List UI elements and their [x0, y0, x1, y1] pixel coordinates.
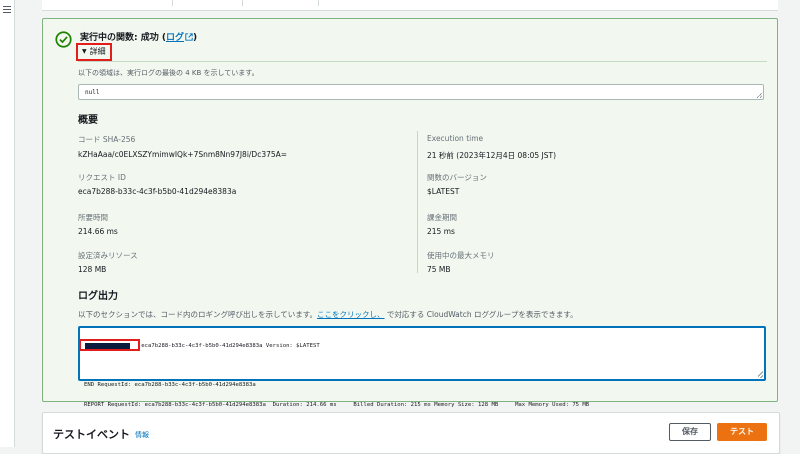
max-memory-value: 75 MB — [427, 265, 451, 274]
resize-grip-icon[interactable] — [757, 93, 762, 98]
max-memory-label: 使用中の最大メモリ — [427, 251, 495, 260]
duration-value: 214.66 ms — [78, 227, 118, 236]
status-text: 実行中の関数: 成功 — [80, 33, 159, 43]
test-button[interactable]: テスト — [717, 423, 767, 441]
hamburger-icon[interactable] — [3, 6, 11, 15]
test-event-panel: テストイベント 情報 保存 テスト — [42, 412, 780, 454]
log-link[interactable]: ログ — [166, 33, 193, 43]
function-version-label: 関数のバージョン — [427, 173, 487, 182]
info-link[interactable]: 情報 — [135, 430, 149, 440]
details-toggle[interactable]: ▼ 詳細 — [76, 43, 112, 61]
configured-resources-value: 128 MB — [78, 265, 107, 274]
log-line: END RequestId: eca7b288-b33c-4c3f-b5b0-4… — [84, 382, 256, 389]
redaction-highlight — [79, 339, 140, 351]
execution-result-panel: 実行中の関数: 成功 (ログ) ▼ 詳細 以下の領域は、実行ログの最後の 4 KB… — [42, 18, 778, 408]
request-id-label: リクエスト ID — [78, 173, 126, 182]
response-payload-value: null — [85, 89, 100, 96]
caret-down-icon: ▼ — [82, 48, 87, 55]
test-event-title: テストイベント — [53, 428, 130, 441]
log-desc-after: で対応する CloudWatch ロググループを表示できます。 — [386, 310, 578, 319]
configured-resources-label: 設定済みリソース — [78, 251, 138, 260]
save-button[interactable]: 保存 — [669, 423, 711, 441]
code-sha-label: コード SHA-256 — [78, 135, 136, 144]
column-divider — [417, 131, 418, 273]
function-version-value: $LATEST — [427, 187, 460, 196]
billed-duration-value: 215 ms — [427, 227, 455, 236]
response-payload-box[interactable]: null — [78, 84, 764, 100]
request-id-value: eca7b288-b33c-4c3f-b5b0-41d294e8383a — [78, 187, 237, 196]
execution-time-value: 21 秒前 (2023年12月4日 08:05 JST) — [427, 151, 557, 160]
status-paren-close: ) — [193, 33, 198, 43]
log-output-title: ログ出力 — [78, 291, 118, 302]
billed-duration-label: 課金期間 — [427, 213, 457, 222]
success-check-icon — [55, 31, 72, 48]
external-link-icon — [185, 33, 193, 41]
duration-label: 所要時間 — [78, 213, 108, 222]
log-output-box[interactable]: START RequestId: eca7b288-b33c-4c3f-b5b0… — [78, 326, 766, 408]
divider — [78, 61, 767, 62]
resize-grip-icon[interactable] — [758, 370, 763, 378]
log-desc-before: 以下のセクションでは、コード内のロギング呼び出しを示しています。 — [78, 310, 318, 319]
status-paren-open: ( — [158, 33, 166, 43]
execution-time-label: Execution time — [427, 134, 484, 143]
redacted-log-line — [85, 343, 130, 349]
log-line: REPORT RequestId: eca7b288-b33c-4c3f-b5b… — [84, 401, 590, 408]
cloudwatch-link[interactable]: ここをクリックし、 — [317, 310, 385, 319]
left-nav-rail — [0, 0, 15, 447]
execution-status: 実行中の関数: 成功 (ログ) — [80, 30, 197, 43]
log-line: START RequestId: eca7b288-b33c-4c3f-b5b0… — [84, 343, 320, 349]
log-link-label: ログ — [165, 33, 184, 43]
code-sha-value: kZHaAaa/c0ELXSZYmimwIQk+7Snm8Nn97J8i/Dc3… — [78, 150, 288, 159]
log-output-description: 以下のセクションでは、コード内のロギング呼び出しを示しています。ここをクリックし… — [78, 309, 578, 320]
top-tabs-strip — [42, 0, 778, 11]
summary-title: 概要 — [78, 115, 98, 126]
details-toggle-label: 詳細 — [89, 47, 106, 56]
log-region-note: 以下の領域は、実行ログの最後の 4 KB を示しています。 — [78, 69, 259, 77]
